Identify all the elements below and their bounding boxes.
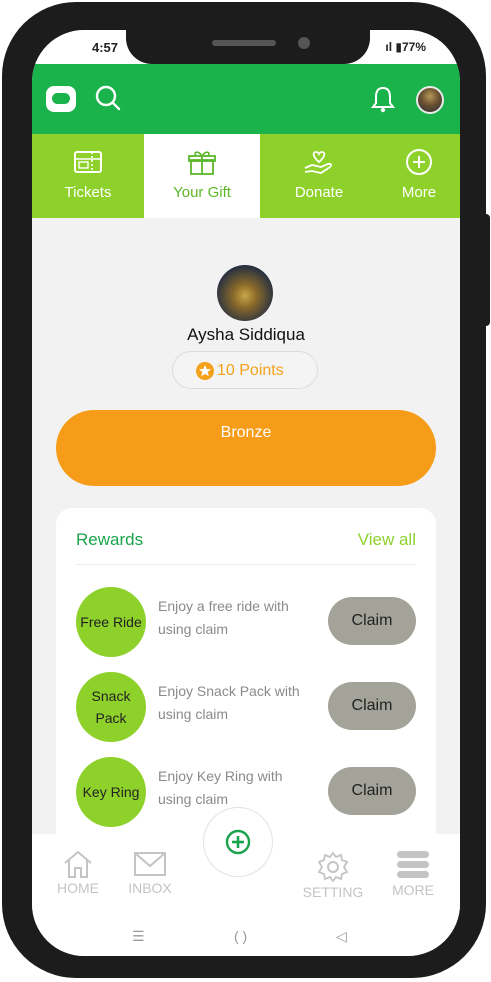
side-power-button (484, 214, 490, 326)
app-header (32, 64, 460, 134)
search-icon[interactable] (94, 84, 122, 112)
tab-your-gift[interactable]: Your Gift (144, 134, 260, 218)
status-signal-battery: ıl ▮77% (385, 40, 426, 54)
home-icon (64, 850, 92, 878)
nav-home[interactable]: HOME (48, 848, 108, 896)
reward-item-snack-pack: Snack Pack Enjoy Snack Pack with using c… (56, 672, 436, 752)
tab-your-gift-label: Your Gift (173, 184, 231, 201)
mail-icon (134, 852, 166, 876)
bell-icon[interactable] (368, 84, 398, 114)
tier-bronze-button[interactable]: Bronze (56, 410, 436, 486)
speaker-grille (212, 40, 276, 46)
reward-title: Snack Pack (91, 688, 131, 726)
nav-inbox-label: INBOX (128, 880, 172, 896)
system-navigation: ☰ ( ) ◁ (32, 928, 460, 956)
category-tabs: Tickets Your Gift Donate More (32, 134, 460, 218)
reward-badge: Free Ride (76, 587, 146, 657)
reward-title: Free Ride (80, 614, 142, 630)
gift-icon (188, 151, 216, 175)
nav-inbox[interactable]: INBOX (120, 848, 180, 896)
system-back-icon[interactable]: ◁ (336, 928, 347, 945)
reward-description: Enjoy Key Ring with using claim (158, 768, 283, 807)
plus-circle-icon (406, 149, 432, 175)
reward-description: Enjoy Snack Pack with using claim (158, 683, 300, 722)
view-all-link[interactable]: View all (358, 530, 416, 550)
plus-circle-icon (225, 829, 251, 855)
camera-notch (126, 30, 370, 64)
reward-badge: Key Ring (76, 757, 146, 827)
status-time: 4:57 (92, 40, 119, 55)
reward-description: Enjoy a free ride with using claim (158, 598, 289, 637)
points-value: 10 Points (217, 362, 284, 379)
profile-avatar[interactable] (217, 265, 273, 321)
tab-more-label: More (401, 184, 437, 201)
system-recent-icon[interactable]: ☰ (132, 928, 145, 945)
tab-donate-label: Donate (294, 184, 344, 201)
claim-button[interactable]: Claim (328, 682, 416, 730)
phone-frame: 4:57 ıl ▮77% Tickets Your Gift Donate Mo… (2, 2, 486, 978)
add-fab-button[interactable] (204, 808, 272, 876)
tab-donate[interactable]: Donate (260, 134, 378, 218)
nav-setting[interactable]: SETTING (296, 850, 370, 900)
logo-mark (52, 93, 70, 104)
nav-more-label: MORE (392, 882, 434, 898)
front-camera (298, 37, 310, 49)
nav-setting-label: SETTING (302, 884, 364, 900)
ticket-icon (74, 151, 102, 173)
donate-hand-heart-icon (304, 151, 332, 174)
profile-name: Aysha Siddiqua (187, 325, 305, 344)
tab-tickets[interactable]: Tickets (32, 134, 144, 218)
rewards-divider (76, 564, 416, 565)
tab-more[interactable]: More (378, 134, 460, 218)
app-screen: 4:57 ıl ▮77% Tickets Your Gift Donate Mo… (32, 30, 460, 956)
claim-button[interactable]: Claim (328, 597, 416, 645)
reward-title: Key Ring (82, 784, 140, 800)
claim-button[interactable]: Claim (328, 767, 416, 815)
app-logo[interactable] (46, 86, 76, 112)
points-badge[interactable]: 10 Points (172, 351, 318, 389)
tier-label: Bronze (220, 424, 272, 441)
stack-menu-icon (397, 851, 429, 878)
nav-more[interactable]: MORE (382, 848, 444, 898)
rewards-title: Rewards (76, 530, 144, 549)
nav-home-label: HOME (57, 880, 99, 896)
system-home-icon[interactable]: ( ) (234, 928, 247, 944)
tab-tickets-label: Tickets (64, 184, 112, 201)
reward-badge: Snack Pack (76, 672, 146, 742)
star-coin-icon (196, 362, 214, 380)
gear-icon (317, 851, 349, 883)
user-avatar[interactable] (416, 86, 444, 114)
reward-item-free-ride: Free Ride Enjoy a free ride with using c… (56, 587, 436, 667)
